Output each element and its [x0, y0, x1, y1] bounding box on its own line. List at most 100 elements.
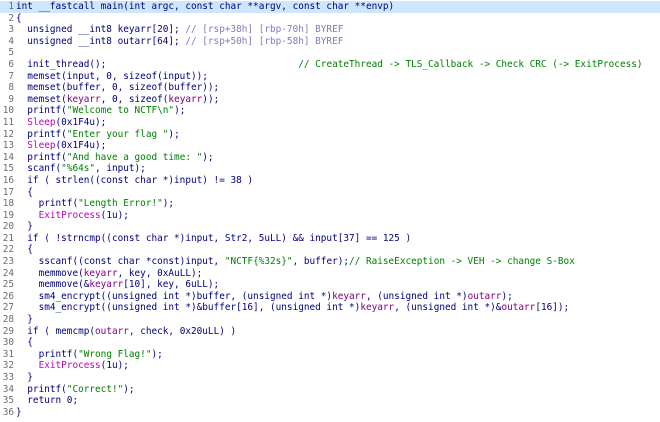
code-text: if ( memcmp(outarr, check, 0x20uLL) ) — [16, 326, 236, 338]
code-line[interactable]: 28 } — [0, 314, 660, 326]
code-line[interactable]: 33 } — [0, 372, 660, 384]
code-token: // [rsp+38h] [rbp-70h] BYREF — [185, 24, 344, 36]
code-line[interactable]: 19 ExitProcess(1u); — [0, 210, 660, 222]
code-line[interactable]: 6 init_thread(); // CreateThread -> TLS_… — [0, 59, 660, 71]
code-token: printf( — [16, 128, 67, 140]
code-line[interactable]: 22 { — [0, 244, 660, 256]
code-line[interactable]: 35 return 0; — [0, 395, 660, 407]
code-token: // RaiseException -> VEH -> change S-Box — [349, 256, 575, 268]
code-line[interactable]: 20 } — [0, 221, 660, 233]
code-token: printf( — [16, 383, 67, 395]
code-line[interactable]: 7 memset(input, 0, sizeof(input)); — [0, 71, 660, 83]
code-token: if ( !strncmp((const char *)input, Str2,… — [16, 232, 412, 244]
code-line[interactable]: 36} — [0, 407, 660, 419]
code-token: "Enter your flag " — [66, 128, 169, 140]
code-line[interactable]: 23 sscanf((const char *const)input, "NCT… — [0, 256, 660, 268]
line-number: 6 — [8, 58, 14, 70]
code-text: sm4_encrypt((unsigned int *)&buffer[16],… — [16, 302, 570, 314]
code-line[interactable]: 1 int __fastcall main(int argc, const cha… — [0, 1, 660, 13]
line-number: 10 — [2, 105, 14, 117]
line-number: 5 — [8, 47, 14, 59]
line-number: 21 — [2, 232, 14, 244]
code-line[interactable]: 32 ExitProcess(1u); — [0, 360, 660, 372]
code-token: sm4_encrypt((unsigned int *)&buffer[16],… — [16, 302, 361, 314]
code-token: "And have a good time: " — [66, 151, 203, 163]
code-line[interactable]: 26 sm4_encrypt((unsigned int *)buffer, (… — [0, 291, 660, 303]
code-text: scanf("%64s", input); — [16, 163, 146, 175]
line-number: 31 — [2, 348, 14, 360]
code-line[interactable]: 5 — [0, 47, 660, 59]
code-token: Sleep — [16, 116, 56, 128]
code-line[interactable]: 12 printf("Enter your flag "); — [0, 129, 660, 141]
code-line[interactable]: 4 unsigned __int8 outarr[64]; // [rsp+50… — [0, 36, 660, 48]
code-text: sm4_encrypt((unsigned int *)buffer, (uns… — [16, 291, 513, 303]
code-text: } — [16, 372, 33, 384]
line-number: 25 — [2, 279, 14, 291]
code-token: keyarr — [332, 290, 366, 302]
code-text: printf("And have a good time: "); — [16, 151, 214, 164]
code-token: , input); — [95, 163, 146, 175]
code-token: int __fastcall main(int argc, const char… — [16, 1, 395, 12]
code-line[interactable]: 24 memmove(keyarr, key, 0xAuLL); — [0, 268, 660, 280]
code-token: memset( — [16, 93, 67, 105]
line-number: 2 — [8, 12, 14, 24]
code-line[interactable]: 10 printf("Welcome to NCTF\n"); — [0, 105, 660, 117]
line-number: 17 — [2, 186, 14, 198]
code-text: } — [16, 407, 22, 419]
code-line[interactable]: 25 memmove(&keyarr[10], key, 6uLL); — [0, 279, 660, 291]
code-line[interactable]: 13 Sleep(0x1F4u); — [0, 140, 660, 152]
code-line[interactable]: 30 { — [0, 337, 660, 349]
code-token: outarr — [501, 302, 536, 314]
code-token: , 0, sizeof( — [100, 93, 169, 105]
code-text: memset(buffer, 0, sizeof(buffer)); — [16, 82, 219, 94]
code-text: if ( !strncmp((const char *)input, Str2,… — [16, 233, 411, 245]
line-number: 15 — [2, 163, 14, 175]
pseudocode-view[interactable]: 1 int __fastcall main(int argc, const cha… — [0, 0, 660, 422]
code-token: keyarr — [360, 302, 395, 314]
code-token: ); — [151, 348, 163, 360]
code-token: printf( — [16, 198, 79, 210]
code-line[interactable]: 8 memset(buffer, 0, sizeof(buffer)); — [0, 82, 660, 94]
code-line[interactable]: 2{ — [0, 13, 660, 25]
code-line[interactable]: 18 printf("Length Error!"); — [0, 198, 660, 210]
line-number: 29 — [2, 325, 14, 337]
code-token: ExitProcess — [16, 360, 101, 372]
line-number: 7 — [8, 70, 14, 82]
code-text: } — [16, 314, 33, 326]
code-line[interactable]: 9 memset(keyarr, 0, sizeof(keyarr)); — [0, 94, 660, 106]
line-number: 1 — [8, 1, 14, 12]
code-token: init_thread(); — [16, 58, 299, 70]
code-token: , key, 0xAuLL); — [117, 267, 203, 279]
code-line[interactable]: 15 scanf("%64s", input); — [0, 163, 660, 175]
line-number: 16 — [2, 174, 14, 186]
code-token: )); — [202, 93, 220, 105]
code-token: ); — [202, 151, 214, 163]
code-line[interactable]: 31 printf("Wrong Flag!"); — [0, 349, 660, 361]
code-token: "Length Error!" — [78, 198, 163, 210]
code-text: printf("Length Error!"); — [16, 198, 175, 210]
code-line[interactable]: 16 if ( strlen((const char *)input) != 3… — [0, 175, 660, 187]
code-token: keyarr — [83, 267, 118, 279]
code-token: (0x1F4u); — [55, 116, 107, 128]
code-token: ); — [174, 105, 186, 117]
line-number: 11 — [2, 116, 14, 128]
code-text: printf("Enter your flag "); — [16, 128, 179, 141]
code-token: } — [16, 372, 33, 383]
code-text: init_thread(); // CreateThread -> TLS_Ca… — [16, 58, 642, 71]
code-line[interactable]: 21 if ( !strncmp((const char *)input, St… — [0, 233, 660, 245]
code-line[interactable]: 29 if ( memcmp(outarr, check, 0x20uLL) ) — [0, 326, 660, 338]
code-line[interactable]: 14 printf("And have a good time: "); — [0, 152, 660, 164]
code-token: keyarr — [168, 93, 203, 105]
line-number: 30 — [2, 337, 14, 349]
code-line[interactable]: 27 sm4_encrypt((unsigned int *)&buffer[1… — [0, 302, 660, 314]
code-line[interactable]: 11 Sleep(0x1F4u); — [0, 117, 660, 129]
code-token: // [rsp+50h] [rbp-58h] BYREF — [185, 35, 344, 47]
line-number: 3 — [8, 24, 14, 36]
code-text: printf("Correct!"); — [16, 383, 134, 396]
code-line[interactable]: 17 { — [0, 187, 660, 199]
code-token: ExitProcess — [16, 209, 101, 221]
code-line[interactable]: 3 unsigned __int8 keyarr[20]; // [rsp+38… — [0, 24, 660, 36]
code-token: scanf( — [16, 163, 62, 175]
code-token: [10], key, 6uLL); — [123, 279, 220, 291]
code-line[interactable]: 34 printf("Correct!"); — [0, 384, 660, 396]
